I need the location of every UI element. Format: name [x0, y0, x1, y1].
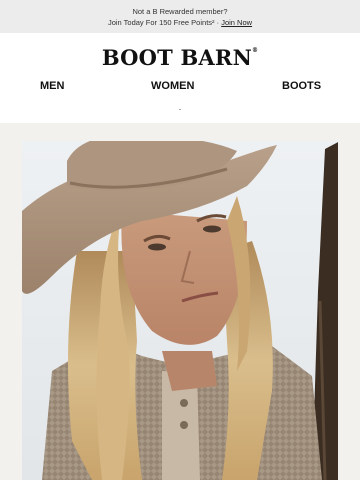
promo-line-1: Not a B Rewarded member? [132, 7, 228, 16]
promo-line-2: Join Today For 150 Free Points² · Join N… [0, 18, 360, 27]
hero-photo-illustration [22, 141, 338, 480]
main-nav: MEN WOMEN BOOTS [0, 80, 360, 94]
nav-men[interactable]: MEN [40, 80, 64, 92]
hero-image[interactable] [22, 141, 338, 480]
promo-offer-marks: ² · [212, 18, 222, 27]
nav-divider-dot [179, 109, 181, 110]
join-now-link[interactable]: Join Now [221, 18, 252, 27]
nav-boots[interactable]: BOOTS [282, 80, 321, 92]
brand-logo[interactable]: BOOT BARN® [0, 45, 360, 70]
promo-offer-text: Join Today For 150 Free Points [107, 18, 213, 27]
brand-name: BOOT BARN [101, 45, 252, 70]
nav-women[interactable]: WOMEN [151, 80, 194, 92]
registered-mark: ® [251, 47, 259, 54]
promo-bar: Not a B Rewarded member? Join Today For … [0, 0, 360, 33]
